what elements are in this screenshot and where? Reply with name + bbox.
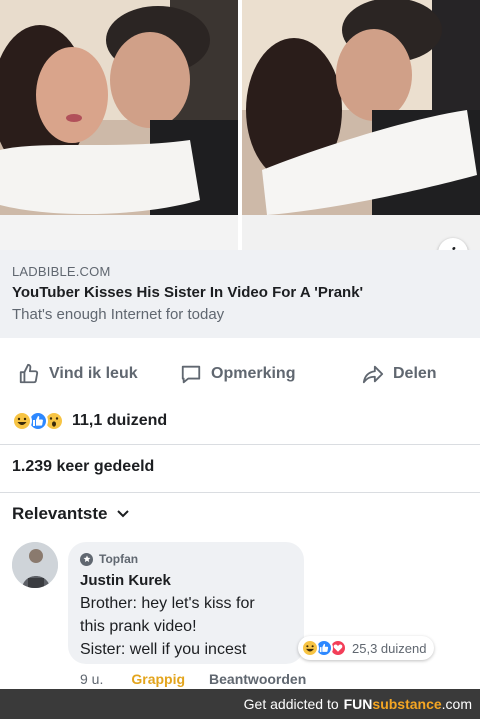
link-title: YouTuber Kisses His Sister In Video For … <box>12 284 364 301</box>
comment-react-button[interactable]: Grappig <box>131 671 185 687</box>
brand-logo: FUN substance .com <box>344 696 472 712</box>
topfan-badge: Topfan <box>80 552 292 566</box>
link-preview-image[interactable] <box>0 0 480 250</box>
comment-sort-dropdown[interactable]: Relevantste <box>12 504 130 524</box>
link-domain: LADBIBLE.COM <box>12 264 111 279</box>
badge-label: Topfan <box>99 552 139 566</box>
chevron-down-icon <box>117 510 130 518</box>
avatar[interactable] <box>12 542 58 588</box>
comment-meta: 9 u. Grappig Beantwoorden <box>80 671 306 687</box>
link-card[interactable]: LADBIBLE.COM YouTuber Kisses His Sister … <box>0 250 480 338</box>
share-button[interactable]: Delen <box>362 363 437 385</box>
comment-label: Opmerking <box>211 365 296 382</box>
link-description: That's enough Internet for today <box>12 306 225 323</box>
brand-fun: FUN <box>343 696 373 712</box>
comment-reactions[interactable]: 25,3 duizend <box>298 636 435 660</box>
comment-line: this prank video! <box>80 618 197 635</box>
like-button[interactable]: Vind ik leuk <box>18 363 138 385</box>
like-label: Vind ik leuk <box>49 365 138 382</box>
footer-text: Get addicted to <box>243 696 339 712</box>
watermark-footer: Get addicted to FUN substance .com <box>0 689 480 719</box>
badge-icon <box>80 552 93 566</box>
brand-substance: substance <box>372 696 442 712</box>
share-label: Delen <box>393 365 437 382</box>
reactions-summary[interactable]: 11,1 duizend <box>12 408 167 434</box>
thumbs-up-icon <box>19 363 39 384</box>
reaction-count: 11,1 duizend <box>72 412 168 429</box>
comment-button[interactable]: Opmerking <box>180 363 295 385</box>
share-count[interactable]: 1.239 keer gedeeld <box>12 458 154 476</box>
comment-timestamp[interactable]: 9 u. <box>80 671 103 687</box>
preview-photo-left <box>0 0 238 250</box>
comment-reaction-count: 25,3 duizend <box>352 640 427 656</box>
post-actions: Vind ik leuk Opmerking Delen <box>0 352 480 396</box>
divider <box>0 444 480 445</box>
share-arrow-icon <box>362 365 384 384</box>
comment-text: Brother: hey let's kiss for this prank v… <box>80 592 292 661</box>
haha-icon <box>12 411 32 431</box>
brand-tld: .com <box>441 696 472 712</box>
sort-label: Relevantste <box>12 504 108 523</box>
preview-photo-right <box>242 0 480 250</box>
divider <box>0 492 480 493</box>
reply-button[interactable]: Beantwoorden <box>209 671 306 687</box>
comment-bubble: Topfan Justin Kurek Brother: hey let's k… <box>68 542 304 664</box>
comment-line: Brother: hey let's kiss for <box>80 595 255 612</box>
comment-bubble-icon <box>181 365 201 384</box>
comment-author[interactable]: Justin Kurek <box>80 572 292 589</box>
comment-line: Sister: well if you incest <box>80 641 247 658</box>
haha-icon <box>301 639 319 657</box>
